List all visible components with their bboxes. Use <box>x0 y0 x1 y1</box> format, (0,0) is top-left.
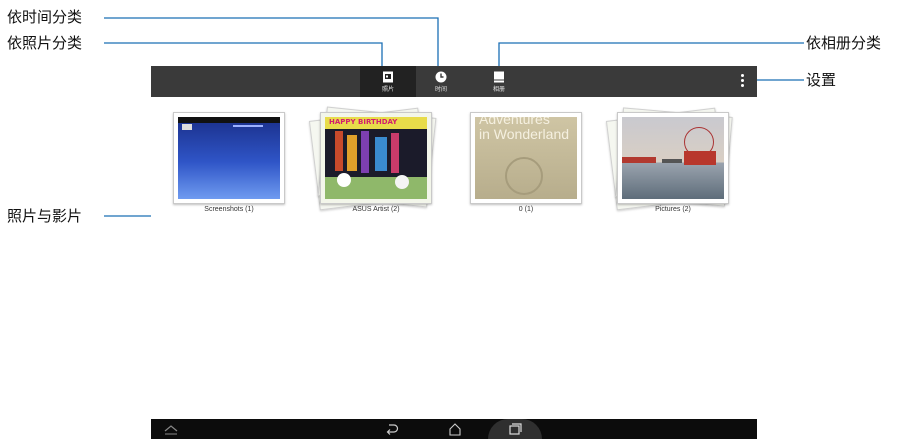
screenshot-thumbnail-image <box>178 117 280 199</box>
tab-photos-label: 照片 <box>381 86 394 93</box>
album-caption: Screenshots (1) <box>204 206 254 213</box>
action-bar: 照片 时间 相册 <box>151 66 757 97</box>
artist-thumbnail-image: HAPPY BIRTHDAY <box>325 117 427 199</box>
callout-photos-videos: 照片与影片 <box>7 207 83 225</box>
callout-by-album: 依相册分类 <box>806 34 882 52</box>
harbor-thumbnail-image <box>622 117 724 199</box>
album-icon <box>494 71 504 83</box>
recent-apps-icon[interactable] <box>507 422 523 436</box>
gallery-screen: 照片 时间 相册 Screenshots (1) HAPPY BIRTHDAY … <box>151 66 757 439</box>
album-pictures[interactable]: Pictures (2) <box>605 107 733 222</box>
thumb-text-line2: in Wonderland <box>479 126 570 142</box>
album-screenshots[interactable]: Screenshots (1) <box>169 110 289 222</box>
home-icon[interactable] <box>447 422 463 436</box>
photo-icon <box>383 71 393 83</box>
album-thumbnail <box>173 112 285 204</box>
clock-icon <box>435 71 447 83</box>
back-icon[interactable] <box>384 422 400 436</box>
album-caption: Pictures (2) <box>655 206 691 213</box>
album-thumbnail <box>617 112 729 204</box>
album-thumbnail: Adventures in Wonderland <box>470 112 582 204</box>
album-thumbnail: HAPPY BIRTHDAY <box>320 112 432 204</box>
collapse-icon[interactable] <box>163 422 179 436</box>
album-caption: 0 (1) <box>518 206 534 213</box>
navigation-bar <box>151 419 757 439</box>
callout-settings: 设置 <box>806 71 837 89</box>
tab-time-label: 时间 <box>434 86 447 93</box>
callout-by-photo: 依照片分类 <box>7 34 83 52</box>
tab-time[interactable]: 时间 <box>413 66 469 97</box>
thumb-text: HAPPY BIRTHDAY <box>329 118 398 126</box>
callout-by-time: 依时间分类 <box>7 8 83 26</box>
overflow-menu-icon[interactable] <box>741 74 745 90</box>
tab-album-label: 相册 <box>492 86 505 93</box>
wonderland-thumbnail-image: Adventures in Wonderland <box>475 117 577 199</box>
tab-photos[interactable]: 照片 <box>360 66 416 97</box>
tab-album[interactable]: 相册 <box>471 66 527 97</box>
album-asus-artist[interactable]: HAPPY BIRTHDAY ASUS Artist (2) <box>308 106 437 222</box>
album-zero[interactable]: Adventures in Wonderland 0 (1) <box>466 110 586 222</box>
album-caption: ASUS Artist (2) <box>352 206 400 213</box>
